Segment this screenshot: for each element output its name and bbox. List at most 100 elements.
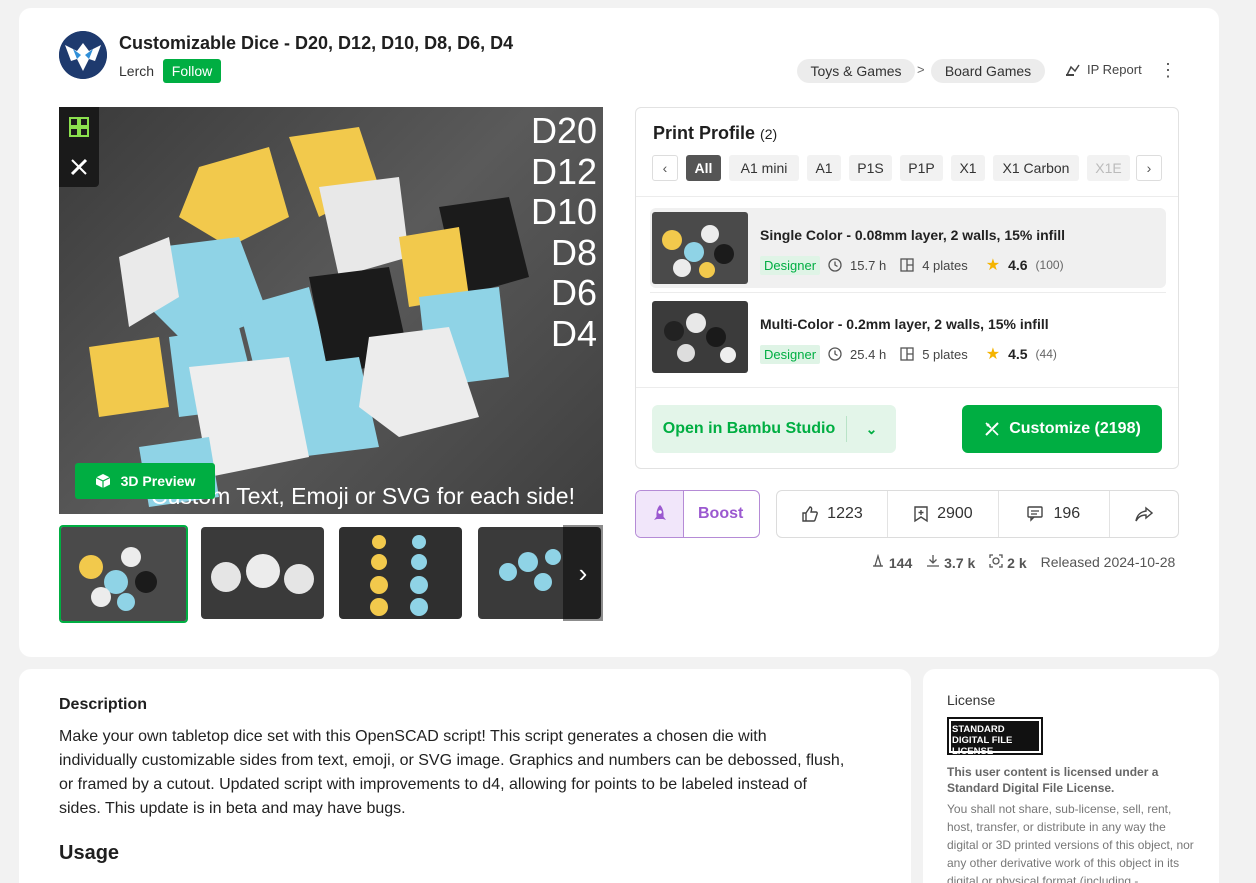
- plates-icon: [900, 258, 914, 272]
- rocket-icon: [636, 491, 684, 537]
- bookmark-icon: [914, 506, 928, 523]
- main-gallery-image[interactable]: D20 D12 D10 D8 D6 D4 Custom Text, Emoji …: [59, 107, 603, 514]
- makerworld-icon[interactable]: [59, 107, 99, 147]
- dice-label: D4: [550, 312, 597, 354]
- license-text: You shall not share, sub-license, sell, …: [947, 802, 1194, 883]
- dice-label: D8: [550, 231, 597, 273]
- boost-label: Boost: [698, 505, 744, 522]
- dice-label: D6: [550, 272, 597, 313]
- author-avatar[interactable]: [59, 31, 107, 79]
- license-card: License STANDARD DIGITAL FILE LICENSE Th…: [923, 669, 1219, 883]
- filter-chip-all[interactable]: All: [686, 155, 721, 181]
- profile-plates: 5 plates: [922, 346, 968, 362]
- 3d-preview-button[interactable]: 3D Preview: [75, 463, 215, 499]
- description-text: Make your own tabletop dice set with thi…: [59, 728, 845, 817]
- designer-tag: Designer: [760, 344, 821, 364]
- license-heading: License: [947, 692, 996, 708]
- star-icon: ★: [985, 257, 1001, 274]
- open-in-bambu-studio-button[interactable]: Open in Bambu Studio ⌄: [652, 405, 896, 453]
- usage-heading: Usage: [59, 842, 120, 864]
- more-icon[interactable]: ⋮: [1159, 60, 1177, 81]
- avatar-logo: [59, 31, 107, 79]
- comment-button[interactable]: 196: [999, 491, 1110, 537]
- share-button[interactable]: [1110, 491, 1178, 537]
- filter-chip-a1[interactable]: A1: [807, 155, 841, 181]
- view-count: 2 k: [1007, 555, 1027, 571]
- print-profile-count: (2): [760, 126, 778, 142]
- customize-label: Customize (2198): [1009, 420, 1141, 437]
- breadcrumb-toys-games[interactable]: Toys & Games: [797, 59, 915, 83]
- comment-icon: [1027, 506, 1044, 522]
- star-icon: ★: [985, 346, 1001, 363]
- designer-tag: Designer: [760, 255, 821, 275]
- profile-rating: 4.6: [1008, 257, 1028, 273]
- filter-chip-p1p[interactable]: P1P: [900, 155, 943, 181]
- profile-name: Multi-Color - 0.2mm layer, 2 walls, 15% …: [760, 316, 1049, 332]
- print-icon: [873, 553, 883, 567]
- ip-report-label: IP Report: [1087, 62, 1142, 77]
- license-summary: This user content is licensed under a St…: [947, 765, 1159, 795]
- plates-icon: [900, 347, 914, 361]
- follow-button[interactable]: Follow: [163, 59, 221, 83]
- dice-label: D12: [530, 150, 597, 192]
- print-profile-row[interactable]: Multi-Color - 0.2mm layer, 2 walls, 15% …: [650, 297, 1166, 377]
- comment-count: 196: [1053, 505, 1081, 522]
- view-icon: [989, 554, 1003, 568]
- customize-icon: [985, 422, 999, 436]
- customize-button[interactable]: Customize (2198): [962, 405, 1162, 453]
- profile-plates: 4 plates: [922, 257, 968, 273]
- profile-time: 25.4 h: [850, 346, 887, 362]
- chevron-right-icon[interactable]: ›: [563, 525, 603, 621]
- filter-chip-x1e[interactable]: X1E: [1087, 155, 1130, 181]
- model-meta-stats: 144 3.7 k 2 k Released 2024-10-28: [871, 553, 1176, 571]
- breadcrumb-separator: >: [917, 62, 925, 77]
- clock-icon: [828, 258, 842, 272]
- profile-rating-count: (44): [1035, 347, 1057, 361]
- chevron-down-icon[interactable]: ⌄: [847, 421, 896, 438]
- download-count: 3.7 k: [944, 555, 976, 571]
- gallery-thumbnail[interactable]: [339, 527, 462, 619]
- thumbs-up-icon: [802, 506, 819, 522]
- profile-thumbnail: [652, 301, 748, 373]
- dice-photo: [89, 127, 529, 507]
- filter-chip-x1[interactable]: X1: [951, 155, 985, 181]
- filter-chip-x1-carbon[interactable]: X1 Carbon: [993, 155, 1079, 181]
- license-badge[interactable]: STANDARD DIGITAL FILE LICENSE: [947, 717, 1043, 757]
- release-date: Released 2024-10-28: [1040, 554, 1176, 570]
- breadcrumb-board-games[interactable]: Board Games: [931, 59, 1045, 83]
- collect-count: 2900: [937, 505, 973, 522]
- like-button[interactable]: 1223: [777, 491, 888, 537]
- profile-rating-count: (100): [1035, 258, 1064, 272]
- divider: [650, 292, 1166, 293]
- model-title: Customizable Dice - D20, D12, D10, D8, D…: [119, 33, 514, 53]
- chevron-right-icon[interactable]: ›: [1136, 155, 1162, 181]
- description-card: Description Make your own tabletop dice …: [19, 669, 911, 883]
- profile-rating: 4.5: [1008, 346, 1028, 362]
- print-count: 144: [888, 555, 913, 571]
- filter-chip-a1-mini[interactable]: A1 mini: [729, 155, 799, 181]
- share-icon: [1135, 506, 1153, 522]
- ip-report-icon: [1066, 64, 1080, 76]
- chevron-left-icon[interactable]: ‹: [652, 155, 678, 181]
- download-stat: 3.7 k: [926, 554, 975, 571]
- dice-label: D20: [530, 110, 597, 151]
- profile-name: Single Color - 0.08mm layer, 2 walls, 15…: [760, 227, 1066, 243]
- dice-label: D10: [530, 191, 597, 232]
- model-header-card: Customizable Dice - D20, D12, D10, D8, D…: [19, 8, 1219, 657]
- gallery-thumbnail[interactable]: [201, 527, 324, 619]
- author-name[interactable]: Lerch: [119, 63, 154, 79]
- collect-button[interactable]: 2900: [888, 491, 999, 537]
- clock-icon: [828, 347, 842, 361]
- cube-icon: [95, 474, 110, 488]
- like-count: 1223: [827, 505, 863, 522]
- print-profile-heading: Print Profile: [653, 123, 756, 143]
- filter-chip-p1s[interactable]: P1S: [849, 155, 892, 181]
- ip-report-link[interactable]: IP Report: [1065, 62, 1142, 77]
- print-stat: 144: [871, 553, 913, 571]
- profile-time: 15.7 h: [850, 257, 887, 273]
- profile-thumbnail: [652, 212, 748, 284]
- gallery-thumbnail[interactable]: [59, 525, 188, 623]
- boost-button[interactable]: Boost: [635, 490, 760, 538]
- print-profile-row[interactable]: Single Color - 0.08mm layer, 2 walls, 15…: [650, 208, 1166, 288]
- ruler-icon[interactable]: [59, 147, 99, 187]
